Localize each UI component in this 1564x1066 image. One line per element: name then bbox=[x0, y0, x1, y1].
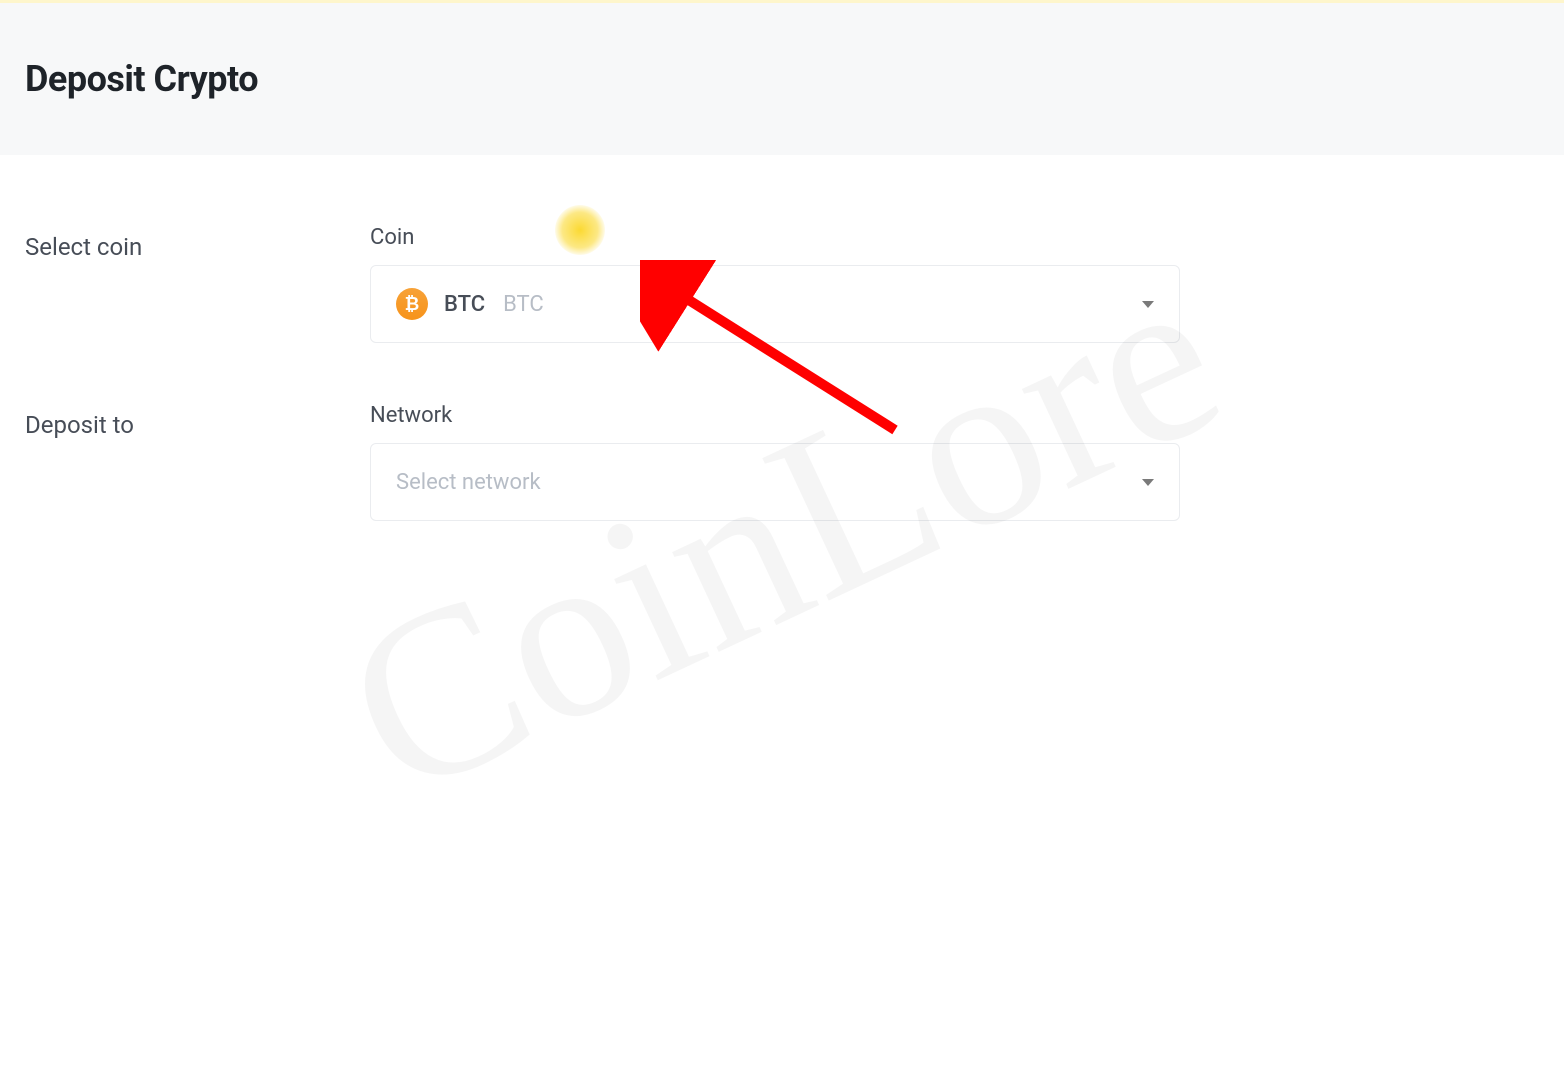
network-field-label: Network bbox=[370, 403, 1180, 428]
header-section: Deposit Crypto bbox=[0, 3, 1564, 155]
network-placeholder: Select network bbox=[396, 470, 541, 495]
page-title: Deposit Crypto bbox=[25, 58, 1539, 100]
content-section: Select coin Coin ₿ BTC BTC Deposit to Ne… bbox=[0, 155, 1564, 606]
coin-dropdown[interactable]: ₿ BTC BTC bbox=[370, 265, 1180, 343]
coin-symbol: BTC bbox=[444, 292, 485, 317]
caret-down-icon bbox=[1142, 479, 1154, 486]
select-coin-label: Select coin bbox=[25, 225, 370, 343]
select-coin-row: Select coin Coin ₿ BTC BTC bbox=[25, 225, 1539, 343]
coin-name: BTC bbox=[503, 292, 544, 317]
deposit-to-row: Deposit to Network Select network bbox=[25, 403, 1539, 521]
coin-field-label: Coin bbox=[370, 225, 1180, 250]
deposit-to-label: Deposit to bbox=[25, 403, 370, 521]
caret-down-icon bbox=[1142, 301, 1154, 308]
bitcoin-icon: ₿ bbox=[396, 288, 428, 320]
network-dropdown[interactable]: Select network bbox=[370, 443, 1180, 521]
